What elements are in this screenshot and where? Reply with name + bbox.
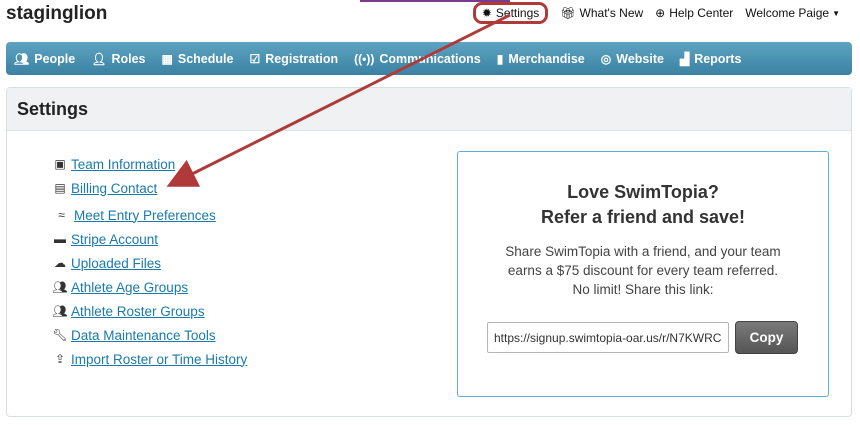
gift-icon: 🎁︎ xyxy=(560,6,576,20)
nav-roles-label: Roles xyxy=(111,51,146,66)
user-menu[interactable]: Welcome Paige ▼ xyxy=(745,6,840,20)
caret-down-icon: ▼ xyxy=(832,8,840,18)
athlete-age-groups-link[interactable]: Athlete Age Groups xyxy=(71,280,188,295)
settings-label: Settings xyxy=(495,6,540,20)
list-item: ≈ Meet Entry Preferences xyxy=(52,203,247,227)
nav-schedule[interactable]: ▦ Schedule xyxy=(162,52,234,66)
referral-heading-line2: Refer a friend and save! xyxy=(540,207,746,227)
referral-link-input[interactable] xyxy=(487,322,729,353)
team-name: staginglion xyxy=(6,3,108,24)
copy-button[interactable]: Copy xyxy=(735,321,798,354)
list-item: ☁ Uploaded Files xyxy=(52,251,247,275)
broadcast-icon: ((•)) xyxy=(354,51,375,66)
list-item: 🔧︎ Data Maintenance Tools xyxy=(52,323,247,347)
list-item: ⇪ Import Roster or Time History xyxy=(52,347,247,371)
referral-body: Share SwimTopia with a friend, and your … xyxy=(458,242,828,299)
group-icon: 👥︎ xyxy=(52,304,68,318)
list-item: ▤ Billing Contact xyxy=(52,176,247,200)
settings-links-list: ▣ Team Information ▤ Billing Contact ≈ M… xyxy=(52,152,247,371)
athlete-roster-groups-link[interactable]: Athlete Roster Groups xyxy=(71,304,205,319)
list-item: ▣ Team Information xyxy=(52,152,247,176)
data-maintenance-tools-link[interactable]: Data Maintenance Tools xyxy=(71,328,216,343)
help-center-link[interactable]: ⊕ Help Center xyxy=(655,6,733,20)
contact-card-icon: ▣ xyxy=(54,157,66,171)
referral-box: Love SwimTopia? Refer a friend and save!… xyxy=(457,151,829,397)
id-card-icon: ▤ xyxy=(54,181,66,195)
settings-page: staginglion ✹ Settings 🎁︎ What's New ⊕ H… xyxy=(0,0,860,425)
credit-card-icon: ▬ xyxy=(54,232,66,246)
settings-link[interactable]: ✹ Settings xyxy=(472,2,549,24)
globe-icon: ◎ xyxy=(600,51,612,66)
referral-body-line1: Share SwimTopia with a friend, and your … xyxy=(505,244,781,259)
nav-roles[interactable]: 👤︎ Roles xyxy=(91,52,145,66)
nav-merchandise-label: Merchandise xyxy=(508,51,585,66)
book-icon: ▮ xyxy=(496,51,504,66)
list-item: 👥︎ Athlete Roster Groups xyxy=(52,299,247,323)
nav-merchandise[interactable]: ▮ Merchandise xyxy=(497,52,585,66)
nav-registration[interactable]: ☑ Registration xyxy=(249,52,338,66)
whats-new-link[interactable]: 🎁︎ What's New xyxy=(560,6,643,20)
import-roster-link[interactable]: Import Roster or Time History xyxy=(71,352,247,367)
group-icon: 👥︎ xyxy=(52,280,68,294)
referral-link-row: Copy xyxy=(487,321,798,354)
roles-icon: 👤︎ xyxy=(91,51,107,66)
wrench-icon: 🔧︎ xyxy=(52,328,68,342)
page-title: Settings xyxy=(17,99,89,119)
nav-schedule-label: Schedule xyxy=(177,51,234,66)
referral-body-line3: No limit! Share this link: xyxy=(572,282,714,297)
referral-heading-line1: Love SwimTopia? xyxy=(567,182,719,202)
nav-website[interactable]: ◎ Website xyxy=(601,52,664,66)
nav-communications[interactable]: ((•)) Communications xyxy=(354,52,481,66)
meet-entry-preferences-link[interactable]: Meet Entry Preferences xyxy=(74,208,216,223)
referral-body-line2: earns a $75 discount for every team refe… xyxy=(507,263,779,278)
welcome-label: Welcome Paige xyxy=(745,6,830,20)
people-icon: 👥︎ xyxy=(14,51,30,66)
bar-chart-icon: ▟ xyxy=(679,51,690,66)
uploaded-files-link[interactable]: Uploaded Files xyxy=(71,256,161,271)
lifebuoy-icon: ⊕ xyxy=(655,6,666,20)
nav-website-label: Website xyxy=(616,51,664,66)
swimmer-icon: ≈ xyxy=(58,208,65,222)
panel-header: Settings xyxy=(7,88,851,131)
nav-registration-label: Registration xyxy=(265,51,339,66)
upload-icon: ⇪ xyxy=(54,352,66,366)
nav-people-label: People xyxy=(34,51,76,66)
stripe-account-link[interactable]: Stripe Account xyxy=(71,232,158,247)
whats-new-label: What's New xyxy=(579,6,644,20)
nav-people[interactable]: 👥︎ People xyxy=(14,52,75,66)
top-nav: ✹ Settings 🎁︎ What's New ⊕ Help Center W… xyxy=(472,2,840,24)
nav-reports-label: Reports xyxy=(694,51,742,66)
calendar-icon: ▦ xyxy=(161,51,173,66)
gear-icon: ✹ xyxy=(481,6,492,20)
checkbox-icon: ☑ xyxy=(249,51,261,66)
list-item: ▬ Stripe Account xyxy=(52,227,247,251)
help-center-label: Help Center xyxy=(669,6,734,20)
billing-contact-link[interactable]: Billing Contact xyxy=(71,181,157,196)
settings-panel: Settings ▣ Team Information ▤ Billing Co… xyxy=(6,87,852,417)
cloud-upload-icon: ☁ xyxy=(54,256,66,270)
main-nav-bar: 👥︎ People 👤︎ Roles ▦ Schedule ☑ Registra… xyxy=(6,42,852,75)
nav-communications-label: Communications xyxy=(379,51,481,66)
nav-reports[interactable]: ▟ Reports xyxy=(680,52,741,66)
team-information-link[interactable]: Team Information xyxy=(71,157,175,172)
list-item: 👥︎ Athlete Age Groups xyxy=(52,275,247,299)
referral-heading: Love SwimTopia? Refer a friend and save! xyxy=(458,180,828,230)
